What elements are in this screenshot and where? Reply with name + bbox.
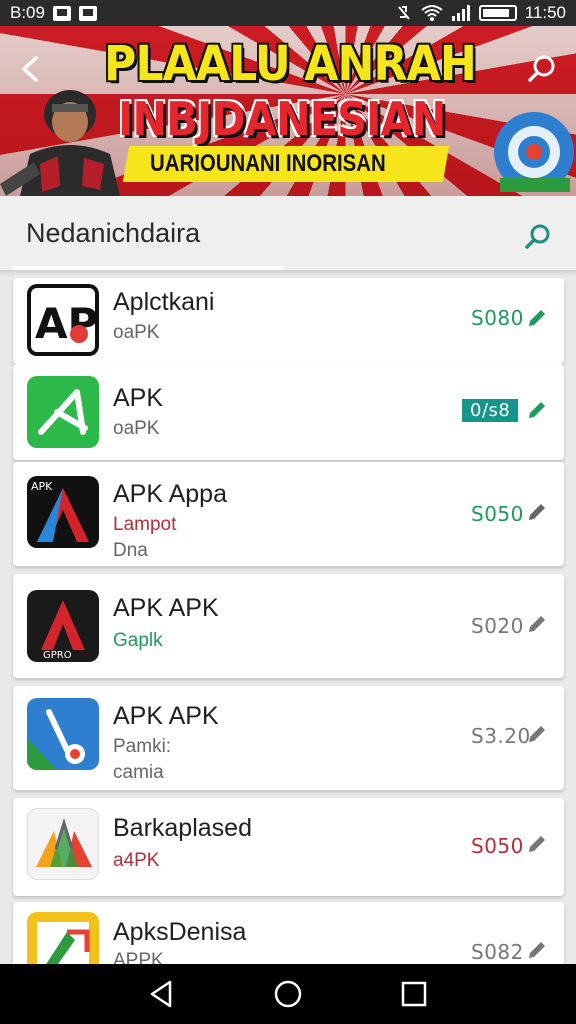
status-bar: B:09 11:50	[0, 0, 576, 26]
page-header: Nedanichdaira	[0, 196, 576, 270]
back-icon[interactable]	[146, 978, 178, 1010]
edit-icon[interactable]	[525, 500, 549, 524]
image-icon	[52, 5, 71, 21]
app-name: APK	[113, 384, 164, 412]
globe-illustration	[494, 112, 574, 192]
list-item[interactable]: APK APK Pamki: camia S3.20	[13, 686, 564, 790]
header-shadow	[0, 270, 576, 276]
navigation-bar	[0, 964, 576, 1024]
banner-title-line2: INBJDANESIAN	[118, 92, 446, 146]
list-item[interactable]: APK APK Appa Lampot Dna S050	[13, 462, 564, 566]
app-price: S080	[471, 306, 524, 330]
page-title: Nedanichdaira	[26, 218, 201, 248]
list-item[interactable]: AP Aplctkani oaPK S080	[13, 278, 564, 364]
battery-icon	[478, 5, 517, 21]
list-item[interactable]: APK oaPK 0/s8	[13, 364, 564, 460]
app-subtitle: Gaplk	[113, 630, 163, 651]
app-subtitle: oaPK	[113, 418, 160, 439]
banner-title-line1: PLAALU ANRAH	[104, 36, 477, 92]
edit-icon[interactable]	[525, 612, 549, 636]
app-icon: GPRO	[27, 590, 99, 662]
recents-icon[interactable]	[398, 978, 430, 1010]
app-name: Aplctkani	[113, 288, 215, 316]
app-subtitle: a4PK	[113, 850, 160, 871]
app-price: S050	[471, 502, 524, 526]
edit-icon[interactable]	[525, 938, 549, 962]
search-icon[interactable]	[522, 220, 554, 252]
app-icon	[27, 698, 99, 770]
back-arrow-icon[interactable]	[14, 52, 48, 86]
app-subtitle-2: Dna	[113, 540, 148, 561]
app-icon	[27, 808, 99, 880]
app-subtitle: oaPK	[113, 322, 160, 343]
app-name: Barkaplased	[113, 814, 252, 842]
signal-icon	[451, 5, 470, 21]
status-time-left: B:09	[10, 3, 45, 22]
mute-icon	[397, 6, 410, 20]
list-item[interactable]: Barkaplased a4PK S050	[13, 798, 564, 896]
edit-icon[interactable]	[525, 722, 549, 746]
app-price-badge: 0/s8	[462, 399, 519, 422]
wifi-icon	[421, 5, 443, 21]
app-price: S050	[471, 834, 524, 858]
app-name: APK Appa	[113, 480, 227, 508]
app-icon-label: AP	[35, 299, 98, 348]
promo-banner[interactable]: PLAALU ANRAH INBJDANESIAN UARIOUNANI INO…	[0, 26, 576, 196]
app-icon-label: GPRO	[43, 650, 72, 661]
list-item[interactable]: ApksDenisa APPK S082	[13, 902, 564, 984]
app-name: ApksDenisa	[113, 918, 247, 946]
app-name: APK APK	[113, 702, 219, 730]
banner-subtitle: UARIOUNANI INORISAN	[150, 150, 386, 177]
app-icon	[27, 376, 99, 448]
edit-icon[interactable]	[525, 306, 549, 330]
app-icon-label: APK	[31, 480, 53, 493]
app-icon: APK	[27, 476, 99, 548]
app-icon: AP	[27, 284, 99, 356]
banner-search-icon[interactable]	[526, 52, 560, 86]
edit-icon[interactable]	[525, 398, 549, 422]
app-price: S3.20	[471, 724, 531, 748]
app-price: S020	[471, 614, 524, 638]
picture-icon	[78, 5, 97, 21]
status-time-right: 11:50	[524, 3, 566, 22]
list-item[interactable]: GPRO APK APK Gaplk S020	[13, 574, 564, 678]
app-subtitle-2: camia	[113, 762, 164, 783]
edit-icon[interactable]	[525, 832, 549, 856]
app-subtitle: Lampot	[113, 514, 177, 535]
app-name: APK APK	[113, 594, 219, 622]
home-icon[interactable]	[272, 978, 304, 1010]
app-price: S082	[471, 940, 524, 964]
app-subtitle: Pamki:	[113, 736, 172, 757]
